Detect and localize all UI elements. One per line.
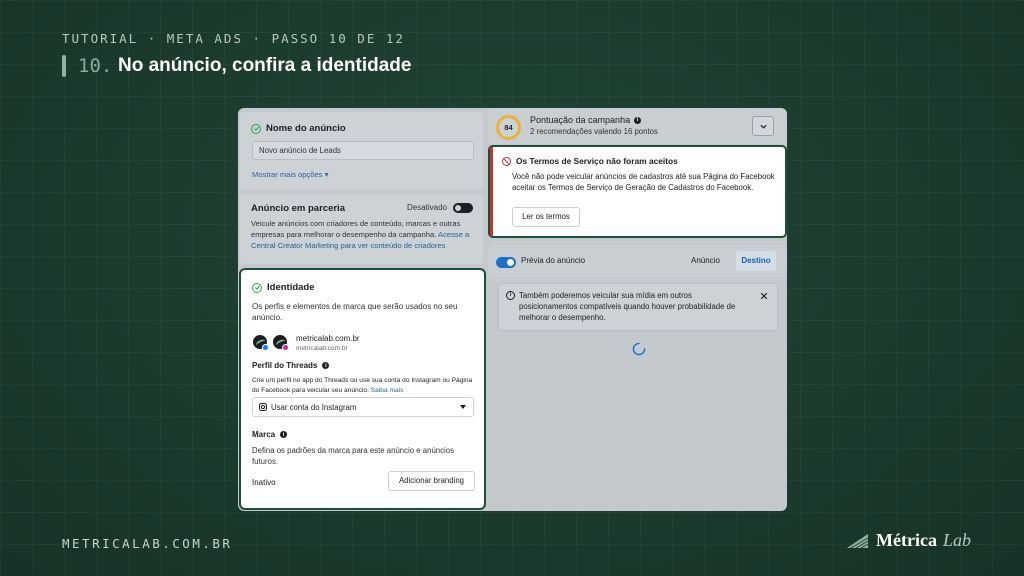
ad-name-heading: Nome do anúncio [251,123,346,134]
threads-profile-select[interactable]: Usar conta do Instagram [252,397,474,417]
identity-title: Identidade [267,282,315,293]
prohibited-icon [502,156,511,166]
identity-description: Os perfis e elementos de marca que serão… [252,302,458,322]
ads-manager-window: Nome do anúncio Novo anúncio de Leads Mo… [238,108,787,511]
error-accent-bar [490,147,493,236]
caret-down-icon [460,405,466,409]
footer-url: METRICALAB.COM.BR [62,536,233,551]
right-column: 84 Pontuação da campanha i 2 recomendaçõ… [488,108,787,511]
partnership-toggle[interactable] [453,202,473,213]
ad-name-card: Nome do anúncio Novo anúncio de Leads Mo… [240,112,483,190]
preview-label: Prévia do anúncio [521,256,586,265]
brand-status: Inativo [252,478,276,487]
brand-title: Marca [252,430,276,439]
info-icon[interactable]: i [634,116,642,124]
partnership-toggle-label: Desativado [406,203,447,212]
terms-body: Você não pode veicular anúncios de cadas… [512,172,775,192]
instagram-badge-icon [282,344,289,351]
loading-spinner-icon [632,342,646,356]
brand-description: Defina os padrões da marca para este anú… [252,446,454,466]
brand-sub: Lab [942,530,971,550]
campaign-score-bar: 84 Pontuação da campanha i 2 recomendaçõ… [488,108,787,144]
facebook-badge-icon [262,344,269,351]
tab-ad[interactable]: Anúncio [691,256,720,265]
ad-name-title: Nome do anúncio [266,123,346,134]
threads-description: Crie um perfil no app do Threads ou use … [252,376,474,395]
identity-card: Identidade Os perfis e elementos de marc… [239,268,486,510]
left-column: Nome do anúncio Novo anúncio de Leads Mo… [238,108,486,511]
chevron-down-icon [760,124,767,129]
step-accent-bar [62,55,66,77]
terms-title: Os Termos de Serviço não foram aceitos [516,156,678,166]
logo-mark-icon [847,533,869,548]
show-more-options-link[interactable]: Mostrar mais opções ▾ [252,169,328,180]
threads-description-text: Crie um perfil no app do Threads ou use … [252,377,473,394]
score-title: Pontuação da campanha [530,115,631,125]
partnership-toggle-group: Desativado [407,202,473,213]
preview-header: Prévia do anúncio Anúncio Destino [488,245,787,277]
campaign-score-ring[interactable]: 84 [496,115,521,140]
preview-toggle-wrap [496,255,516,273]
expand-score-button[interactable] [752,116,774,136]
threads-heading: Perfil do Threads i [252,361,330,370]
step-title: No anúncio, confira a identidade [118,55,412,76]
ad-name-input[interactable]: Novo anúncio de Leads [252,141,474,160]
terms-heading: Os Termos de Serviço não foram aceitos [502,156,678,166]
partnership-description: Veicule anúncios com criadores de conteú… [251,218,477,251]
add-branding-button[interactable]: Adicionar branding [388,471,475,491]
close-icon[interactable] [760,292,768,300]
placement-notice: i Também poderemos veicular sua mídia em… [498,283,778,331]
check-circle-icon [252,282,262,293]
partnership-title: Anúncio em parceria [251,203,345,214]
score-heading: Pontuação da campanha i [530,115,642,125]
partnership-card: Anúncio em parceria Desativado Veicule a… [240,194,483,264]
threads-select-value: Usar conta do Instagram [271,403,357,412]
tab-destination[interactable]: Destino [736,251,776,271]
tutorial-breadcrumb: TUTORIAL · META ADS · PASSO 10 DE 12 [62,31,405,46]
identity-heading: Identidade [252,282,315,293]
check-circle-icon [251,123,261,134]
step-number: 10. [78,55,113,77]
account-handle: metricalab.com.br [296,345,348,352]
info-icon[interactable]: i [280,431,288,438]
read-terms-button[interactable]: Ler os termos [512,207,580,227]
placement-notice-text: Também poderemos veicular sua mídia em o… [519,291,736,322]
partnership-description-text: Veicule anúncios com criadores de conteú… [251,219,461,239]
info-icon: i [506,291,515,300]
metrica-lab-logo: Métrica Lab [846,530,971,551]
preview-toggle[interactable] [496,257,516,268]
score-subtitle: 2 recomendações valendo 16 pontos [530,127,658,136]
threads-learn-more-link[interactable]: Saiba mais [371,387,404,394]
threads-title: Perfil do Threads [252,361,318,370]
instagram-icon [259,403,267,411]
brand-name: Métrica [876,530,937,550]
brand-heading: Marca i [252,430,288,439]
info-icon[interactable]: i [322,362,330,369]
terms-warning-card: Os Termos de Serviço não foram aceitos V… [488,145,787,238]
account-avatars [252,334,292,354]
account-name: metricalab.com.br [296,334,360,343]
